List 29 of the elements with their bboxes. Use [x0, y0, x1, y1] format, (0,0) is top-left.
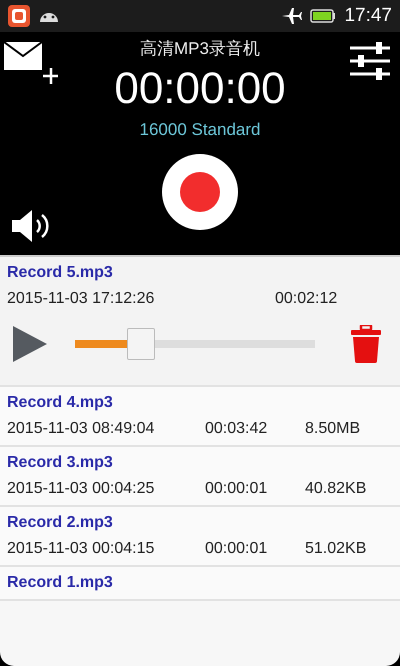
clock-time: 17:47 — [344, 5, 392, 27]
record-item[interactable]: Record 5.mp3 2015-11-03 17:12:26 00:02:12 — [0, 257, 400, 387]
record-duration: 00:00:01 — [205, 539, 268, 559]
recording-timer: 00:00:00 — [114, 64, 286, 114]
play-icon[interactable] — [13, 326, 47, 362]
battery-icon — [310, 9, 336, 23]
record-name: Record 5.mp3 — [7, 263, 114, 283]
settings-button[interactable] — [350, 42, 390, 82]
record-duration: 00:02:12 — [275, 289, 338, 309]
trash-icon[interactable] — [351, 325, 381, 363]
record-date: 2015-11-03 08:49:04 — [7, 419, 156, 439]
mail-add-button[interactable] — [4, 42, 58, 84]
record-date: 2015-11-03 00:04:25 — [7, 479, 156, 499]
record-name: Record 3.mp3 — [7, 453, 114, 473]
record-date: 2015-11-03 00:04:15 — [7, 539, 156, 559]
record-name: Record 2.mp3 — [7, 513, 114, 533]
record-duration: 00:00:01 — [205, 479, 268, 499]
record-duration: 00:03:42 — [205, 419, 268, 439]
app-title: 高清MP3录音机 — [140, 38, 260, 60]
record-name: Record 4.mp3 — [7, 393, 114, 413]
playback-slider[interactable] — [75, 328, 315, 360]
app-icon — [8, 5, 30, 27]
record-name: Record 1.mp3 — [7, 573, 114, 593]
record-size: 51.02KB — [305, 539, 368, 559]
quality-label: 16000 Standard — [140, 120, 260, 140]
record-size: 8.50MB — [305, 419, 362, 439]
airplane-icon — [282, 8, 302, 24]
record-date: 2015-11-03 17:12:26 — [7, 289, 156, 309]
record-size: 40.82KB — [305, 479, 368, 499]
